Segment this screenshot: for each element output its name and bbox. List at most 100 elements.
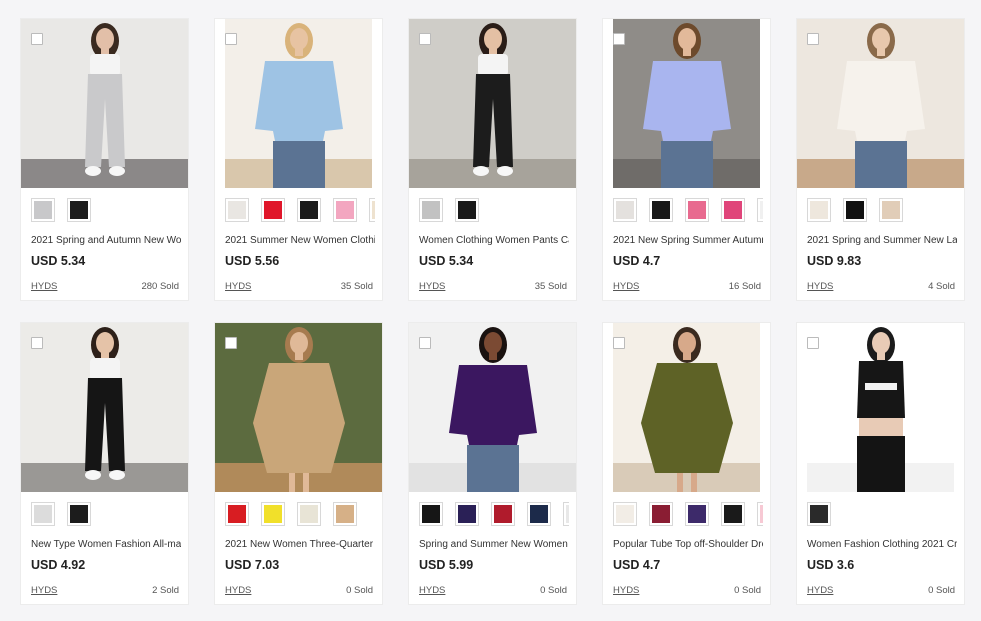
product-photo[interactable] bbox=[409, 323, 576, 492]
product-card[interactable]: 2021 Spring and Autumn New Women Casual … bbox=[20, 18, 189, 301]
product-title[interactable]: 2021 Summer New Women Clothing Shirt bbox=[225, 235, 375, 246]
product-image[interactable] bbox=[215, 323, 382, 492]
product-image[interactable] bbox=[409, 19, 576, 188]
color-swatch[interactable] bbox=[225, 198, 249, 222]
color-swatch[interactable] bbox=[369, 198, 375, 222]
color-swatch[interactable] bbox=[225, 502, 249, 526]
product-photo[interactable] bbox=[21, 19, 188, 188]
product-card[interactable]: Popular Tube Top off-Shoulder Dress USD 4… bbox=[602, 322, 771, 605]
color-swatch[interactable] bbox=[333, 502, 357, 526]
color-swatch[interactable] bbox=[67, 502, 91, 526]
store-link[interactable]: HYDS bbox=[613, 281, 639, 292]
product-price: USD 7.03 bbox=[225, 558, 280, 572]
select-checkbox[interactable] bbox=[807, 337, 819, 349]
store-link[interactable]: HYDS bbox=[225, 585, 251, 596]
color-swatch[interactable] bbox=[613, 502, 637, 526]
product-title[interactable]: 2021 New Spring Summer Autumn Lace Top bbox=[613, 235, 763, 246]
color-swatch[interactable] bbox=[613, 198, 637, 222]
store-link[interactable]: HYDS bbox=[419, 585, 445, 596]
select-checkbox[interactable] bbox=[807, 33, 819, 45]
product-title[interactable]: Women Clothing Women Pants Casual bbox=[419, 235, 569, 246]
product-image[interactable] bbox=[21, 19, 188, 188]
color-swatch[interactable] bbox=[491, 502, 515, 526]
color-swatch[interactable] bbox=[31, 502, 55, 526]
product-image[interactable] bbox=[409, 323, 576, 492]
select-checkbox[interactable] bbox=[419, 33, 431, 45]
product-photo[interactable] bbox=[603, 19, 770, 188]
select-checkbox[interactable] bbox=[31, 33, 43, 45]
store-link[interactable]: HYDS bbox=[807, 585, 833, 596]
product-card[interactable]: Women Fashion Clothing 2021 Crop Top USD … bbox=[796, 322, 965, 605]
product-title[interactable]: 2021 New Women Three-Quarter Sleeve Dres… bbox=[225, 539, 375, 550]
swatch-color bbox=[34, 505, 52, 523]
store-link[interactable]: HYDS bbox=[31, 281, 57, 292]
product-photo[interactable] bbox=[215, 323, 382, 492]
color-swatch[interactable] bbox=[757, 198, 763, 222]
product-image[interactable] bbox=[215, 19, 382, 188]
product-photo[interactable] bbox=[215, 19, 382, 188]
color-swatch[interactable] bbox=[31, 198, 55, 222]
product-card[interactable]: 2021 New Spring Summer Autumn Lace Top US… bbox=[602, 18, 771, 301]
product-title[interactable]: 2021 Spring and Autumn New Women Casual … bbox=[31, 235, 181, 246]
product-card[interactable]: New Type Women Fashion All-match Pants US… bbox=[20, 322, 189, 605]
product-image[interactable] bbox=[21, 323, 188, 492]
select-checkbox[interactable] bbox=[225, 337, 237, 349]
sold-count: 4 Sold bbox=[928, 281, 955, 292]
color-swatch[interactable] bbox=[297, 198, 321, 222]
color-swatch[interactable] bbox=[879, 198, 903, 222]
product-photo[interactable] bbox=[409, 19, 576, 188]
product-card[interactable]: 2021 New Women Three-Quarter Sleeve Dres… bbox=[214, 322, 383, 605]
color-swatch[interactable] bbox=[333, 198, 357, 222]
swatch-color bbox=[810, 201, 828, 219]
color-swatch[interactable] bbox=[649, 198, 673, 222]
product-card[interactable]: 2021 Summer New Women Clothing Shirt USD … bbox=[214, 18, 383, 301]
select-checkbox[interactable] bbox=[31, 337, 43, 349]
product-photo[interactable] bbox=[603, 323, 770, 492]
color-swatch[interactable] bbox=[721, 502, 745, 526]
color-swatch[interactable] bbox=[419, 198, 443, 222]
color-swatch[interactable] bbox=[419, 502, 443, 526]
color-swatch[interactable] bbox=[843, 198, 867, 222]
product-card[interactable]: Spring and Summer New Women Lace Top USD … bbox=[408, 322, 577, 605]
product-photo[interactable] bbox=[21, 323, 188, 492]
store-link[interactable]: HYDS bbox=[225, 281, 251, 292]
color-swatches bbox=[807, 198, 957, 222]
color-swatch[interactable] bbox=[455, 198, 479, 222]
product-title[interactable]: Women Fashion Clothing 2021 Crop Top bbox=[807, 539, 957, 550]
product-image[interactable] bbox=[603, 19, 770, 188]
color-swatch[interactable] bbox=[67, 198, 91, 222]
product-title[interactable]: Popular Tube Top off-Shoulder Dress bbox=[613, 539, 763, 550]
product-image[interactable] bbox=[797, 19, 964, 188]
color-swatch[interactable] bbox=[807, 198, 831, 222]
product-image[interactable] bbox=[603, 323, 770, 492]
select-checkbox[interactable] bbox=[613, 33, 625, 45]
color-swatch[interactable] bbox=[685, 502, 709, 526]
product-image[interactable] bbox=[797, 323, 964, 492]
select-checkbox[interactable] bbox=[419, 337, 431, 349]
color-swatch[interactable] bbox=[757, 502, 763, 526]
select-checkbox[interactable] bbox=[225, 33, 237, 45]
color-swatch[interactable] bbox=[261, 198, 285, 222]
product-title[interactable]: 2021 Spring and Summer New Lace Blouse bbox=[807, 235, 957, 246]
color-swatch[interactable] bbox=[297, 502, 321, 526]
color-swatch[interactable] bbox=[527, 502, 551, 526]
store-link[interactable]: HYDS bbox=[31, 585, 57, 596]
store-link[interactable]: HYDS bbox=[613, 585, 639, 596]
store-link[interactable]: HYDS bbox=[419, 281, 445, 292]
product-card[interactable]: Women Clothing Women Pants Casual USD 5.3… bbox=[408, 18, 577, 301]
product-title[interactable]: New Type Women Fashion All-match Pants bbox=[31, 539, 181, 550]
product-card[interactable]: 2021 Spring and Summer New Lace Blouse US… bbox=[796, 18, 965, 301]
store-link[interactable]: HYDS bbox=[807, 281, 833, 292]
color-swatch[interactable] bbox=[721, 198, 745, 222]
color-swatch[interactable] bbox=[563, 502, 569, 526]
product-title[interactable]: Spring and Summer New Women Lace Top bbox=[419, 539, 569, 550]
color-swatch[interactable] bbox=[261, 502, 285, 526]
color-swatch[interactable] bbox=[685, 198, 709, 222]
color-swatch[interactable] bbox=[807, 502, 831, 526]
select-checkbox[interactable] bbox=[613, 337, 625, 349]
product-grid: 2021 Spring and Autumn New Women Casual … bbox=[20, 18, 965, 605]
color-swatch[interactable] bbox=[455, 502, 479, 526]
product-photo[interactable] bbox=[797, 19, 964, 188]
color-swatch[interactable] bbox=[649, 502, 673, 526]
product-photo[interactable] bbox=[797, 323, 964, 492]
